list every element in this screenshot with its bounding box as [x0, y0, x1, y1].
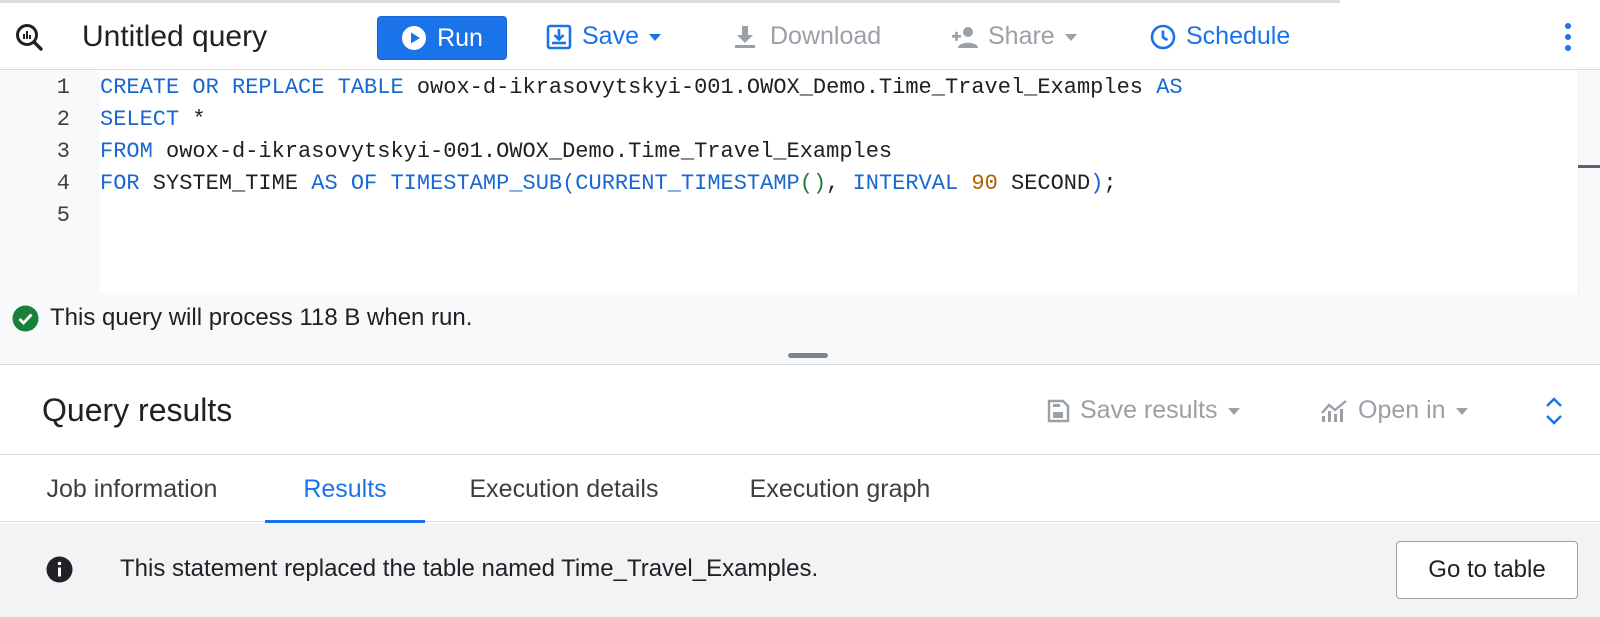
schedule-button[interactable]: Schedule [1150, 3, 1290, 70]
chart-icon [1321, 399, 1347, 422]
code-token: FOR [100, 171, 140, 196]
download-icon [735, 25, 755, 48]
add-person-icon [952, 26, 978, 48]
code-line[interactable]: 1 CREATE OR REPLACE TABLE owox-d-ikrasovy… [0, 72, 1600, 104]
info-message: This statement replaced the table named … [120, 555, 819, 582]
open-in-label: Open in [1358, 396, 1446, 424]
code-token: SELECT [100, 107, 180, 132]
tab-label: Job information [46, 474, 218, 503]
status-message: This query will process 118 B when run. [50, 304, 473, 331]
code-token: 90 [971, 171, 998, 196]
check-circle-icon [12, 305, 39, 332]
line-number: 3 [56, 139, 70, 164]
line-number: 4 [56, 171, 70, 196]
results-tabs: Job information Results Execution detail… [0, 456, 1600, 523]
line-number: 5 [56, 203, 70, 228]
download-button[interactable]: Download [732, 3, 881, 70]
tab-execution-details[interactable]: Execution details [444, 456, 684, 522]
code-token: SECOND [997, 171, 1091, 196]
tab-label: Results [303, 474, 387, 503]
open-in-button[interactable]: Open in [1320, 366, 1468, 455]
chevron-down-icon [1455, 408, 1468, 415]
clock-icon [1150, 24, 1176, 49]
line-number: 1 [56, 75, 70, 100]
save-button[interactable]: Save [546, 3, 661, 70]
tab-job-information[interactable]: Job information [14, 456, 250, 522]
info-icon [46, 556, 73, 583]
schedule-label: Schedule [1186, 22, 1291, 50]
save-label: Save [582, 22, 639, 50]
tab-results[interactable]: Results [265, 456, 425, 523]
tab-label: Execution details [469, 474, 659, 503]
tab-label: Execution graph [749, 474, 931, 503]
query-toolbar: Untitled query Run Save Download Share S… [0, 3, 1600, 70]
share-button[interactable]: Share [950, 3, 1077, 70]
code-token: , [826, 171, 853, 196]
chevron-down-icon [648, 34, 661, 41]
go-to-table-button[interactable]: Go to table [1396, 541, 1578, 599]
download-label: Download [770, 22, 882, 50]
code-token: AS OF [311, 171, 378, 196]
resize-handle[interactable] [788, 353, 828, 358]
code-token: owox-d-ikrasovytskyi-001.OWOX_Demo.Time_… [403, 75, 1157, 100]
code-token: SYSTEM_TIME [139, 171, 312, 196]
code-text: CREATE OR REPLACE TABLE owox-d-ikrasovyt… [100, 72, 1183, 104]
code-line[interactable]: 5 [0, 200, 1600, 232]
code-text: SELECT * [100, 104, 206, 136]
expand-collapse-icon[interactable] [1544, 366, 1564, 455]
code-token: TIMESTAMP_SUB(CURRENT_TIMESTAMP [390, 171, 800, 196]
chevron-down-icon [1064, 34, 1077, 41]
code-line[interactable]: 3 FROM owox-d-ikrasovytskyi-001.OWOX_Demo… [0, 136, 1600, 168]
code-token: INTERVAL [852, 171, 959, 196]
share-label: Share [988, 22, 1055, 50]
code-token: () [799, 171, 827, 196]
chevron-down-icon [1227, 408, 1240, 415]
code-token: ; [1103, 171, 1117, 196]
code-token: AS [1156, 75, 1183, 100]
code-text: FOR SYSTEM_TIME AS OF TIMESTAMP_SUB(CURR… [100, 168, 1117, 200]
save-icon [546, 24, 572, 49]
results-title: Query results [42, 392, 233, 428]
floppy-disk-icon [1047, 399, 1070, 422]
code-token: CREATE OR REPLACE TABLE [100, 75, 404, 100]
code-token: * [179, 107, 206, 132]
save-results-button[interactable]: Save results [1046, 366, 1240, 455]
line-number: 2 [56, 107, 70, 132]
validation-status: This query will process 118 B when run. [0, 293, 1600, 365]
code-token: FROM [100, 139, 153, 164]
code-token: owox-d-ikrasovytskyi-001.OWOX_Demo.Time_… [152, 139, 893, 164]
query-icon [14, 3, 44, 70]
query-title[interactable]: Untitled query [82, 3, 267, 70]
results-header: Query results Save results Open in [0, 366, 1600, 455]
code-line[interactable]: 2 SELECT * [0, 104, 1600, 136]
play-icon [402, 26, 427, 50]
code-token: ) [1090, 171, 1104, 196]
sql-editor[interactable]: 1 CREATE OR REPLACE TABLE owox-d-ikrasovy… [0, 71, 1600, 293]
run-label: Run [437, 23, 483, 52]
code-line[interactable]: 4 FOR SYSTEM_TIME AS OF TIMESTAMP_SUB(CUR… [0, 168, 1600, 200]
run-button[interactable]: Run [377, 16, 507, 60]
more-options-icon[interactable] [1564, 3, 1572, 70]
info-banner: This statement replaced the table named … [0, 523, 1600, 617]
code-text: FROM owox-d-ikrasovytskyi-001.OWOX_Demo.… [100, 136, 892, 168]
save-results-label: Save results [1080, 396, 1218, 424]
tab-execution-graph[interactable]: Execution graph [718, 456, 962, 522]
